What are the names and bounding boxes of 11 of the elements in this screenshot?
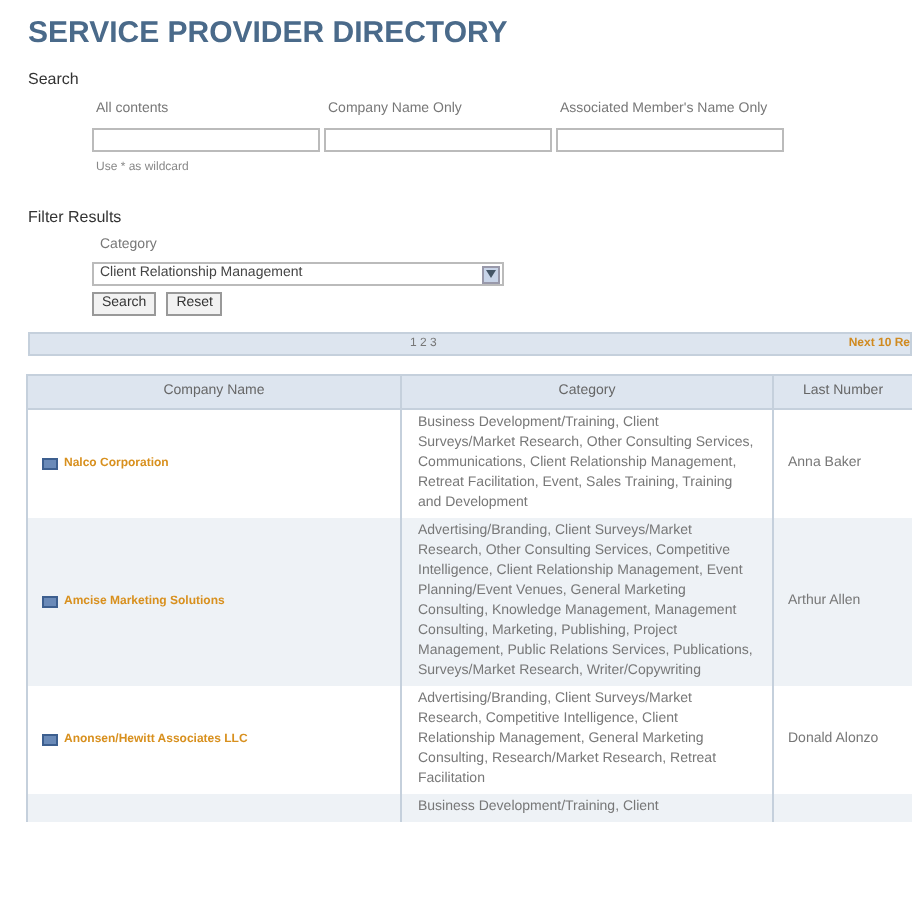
folder-icon[interactable] xyxy=(42,458,58,470)
section-heading: Search xyxy=(28,68,81,92)
dropdown-arrow-icon[interactable] xyxy=(482,265,500,283)
text-input[interactable] xyxy=(92,127,320,151)
folder-icon[interactable] xyxy=(42,596,58,608)
table-cell xyxy=(773,794,912,822)
text-input[interactable] xyxy=(556,127,784,151)
section-heading: Filter Results xyxy=(28,205,124,229)
text-input[interactable] xyxy=(324,127,552,151)
folder-icon[interactable] xyxy=(42,734,58,746)
page-title: SERVICE PROVIDER DIRECTORY xyxy=(28,16,510,52)
